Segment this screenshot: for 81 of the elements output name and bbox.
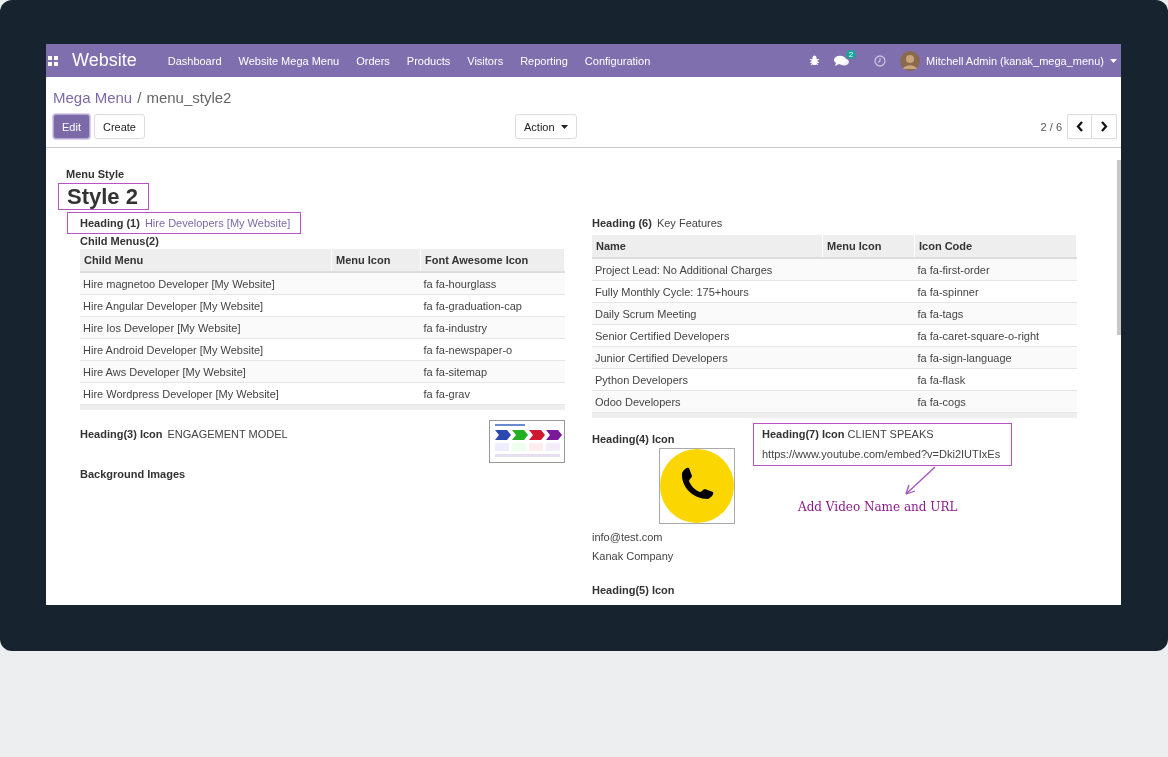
table-cell: fa fa-flask xyxy=(914,368,1077,391)
field-label: Heading(5) Icon xyxy=(592,584,676,596)
table-cell: fa fa-hourglass xyxy=(420,272,565,295)
breadcrumb-current: menu_style2 xyxy=(146,89,232,106)
pager-value: 2 / 6 xyxy=(1040,120,1062,133)
user-menu[interactable]: Mitchell Admin (kanak_mega_menu) xyxy=(926,54,1104,67)
field-label: Heading(7) Icon xyxy=(762,428,845,440)
table-cell: Python Developers xyxy=(592,368,823,391)
edit-button[interactable]: Edit xyxy=(53,114,90,139)
field-label: Heading (1) xyxy=(80,217,140,229)
breadcrumb-link[interactable]: Mega Menu xyxy=(53,89,133,106)
field-value: ENGAGEMENT MODEL xyxy=(167,428,288,440)
menu-item[interactable]: Configuration xyxy=(584,54,651,67)
chevron-right-icon xyxy=(1100,121,1108,132)
table-cell: Project Lead: No Additional Charges xyxy=(592,258,823,281)
field-label: Heading(3) Icon xyxy=(80,428,163,440)
field-label: Heading (6) xyxy=(592,217,652,229)
next-button[interactable] xyxy=(1092,114,1117,139)
apps-menu-icon[interactable] xyxy=(48,55,58,66)
column-header[interactable]: Name xyxy=(592,235,823,258)
video-url: https://www.youtube.com/embed?v=Dki2IUTIxEs xyxy=(762,448,1002,460)
table-cell: Hire Aws Developer [My Website] xyxy=(80,360,332,383)
column-header[interactable]: Menu Icon xyxy=(822,235,915,258)
menu-item[interactable]: Dashboard xyxy=(167,54,222,67)
field-label: Menu Style xyxy=(66,168,126,180)
table-cell: Junior Certified Developers xyxy=(592,346,823,369)
table-cell: Hire Wordpress Developer [My Website] xyxy=(80,382,332,405)
table-cell: Hire Android Developer [My Website] xyxy=(80,338,332,361)
table-cell: fa fa-sign-language xyxy=(914,346,1077,369)
heading-link[interactable]: Hire Developers [My Website] xyxy=(144,217,291,229)
table-cell: fa fa-grav xyxy=(420,382,565,405)
field-label: Child Menus(2) xyxy=(80,235,160,247)
table-cell: Senior Certified Developers xyxy=(592,324,823,347)
table-cell: Hire magnetoo Developer [My Website] xyxy=(80,272,332,295)
annotation-text: Add Video Name and URL xyxy=(798,500,959,514)
menu-item[interactable]: Website Mega Menu xyxy=(238,54,340,67)
caret-icon xyxy=(560,124,568,129)
action-dropdown[interactable]: Action xyxy=(515,114,577,139)
table-cell: fa fa-graduation-cap xyxy=(420,294,565,317)
table-cell: fa fa-newspaper-o xyxy=(420,338,565,361)
table-cell: fa fa-spinner xyxy=(914,280,1077,303)
table-cell: Hire Ios Developer [My Website] xyxy=(80,316,332,339)
previous-button[interactable] xyxy=(1067,114,1092,139)
table-cell: fa fa-caret-square-o-right xyxy=(914,324,1077,347)
phone-icon xyxy=(660,449,734,523)
column-header[interactable]: Font Awesome Icon xyxy=(420,249,565,272)
chevron-left-icon xyxy=(1075,121,1084,132)
chat-icon[interactable] xyxy=(833,54,849,67)
clock-icon[interactable] xyxy=(874,54,887,67)
table-cell: Daily Scrum Meeting xyxy=(592,302,823,325)
field-label: Background Images xyxy=(80,468,187,480)
table-cell: Fully Monthly Cycle: 175+hours xyxy=(592,280,823,303)
company-value: Kanak Company xyxy=(592,550,675,562)
table-cell: Odoo Developers xyxy=(592,390,823,413)
menu-style-value: Style 2 xyxy=(58,183,149,210)
breadcrumb-separator: / xyxy=(137,89,142,106)
table-cell: fa fa-cogs xyxy=(914,390,1077,413)
create-button[interactable]: Create xyxy=(93,114,145,139)
menu-item[interactable]: Orders xyxy=(356,54,390,67)
column-header[interactable]: Icon Code xyxy=(914,235,1077,258)
column-header[interactable]: Menu Icon xyxy=(331,249,421,272)
menu-item[interactable]: Visitors xyxy=(467,54,504,67)
column-header[interactable]: Child Menu xyxy=(80,249,332,272)
field-value: Key Features xyxy=(656,217,723,229)
field-value: CLIENT SPEAKS xyxy=(847,428,934,440)
bug-icon[interactable] xyxy=(808,55,820,66)
email-value: info@test.com xyxy=(592,531,664,543)
message-count-badge: 2 xyxy=(845,49,857,59)
scrollbar[interactable] xyxy=(1117,160,1121,335)
field-label: Heading(4) Icon xyxy=(592,433,676,445)
menu-item[interactable]: Products xyxy=(406,54,451,67)
app-name[interactable]: Website xyxy=(72,50,137,71)
table-cell: fa fa-industry xyxy=(420,316,565,339)
image-field[interactable] xyxy=(659,448,735,524)
table-cell: fa fa-tags xyxy=(914,302,1077,325)
caret-icon[interactable] xyxy=(1110,58,1117,63)
annotation-arrow xyxy=(903,466,937,496)
table-cell: fa fa-sitemap xyxy=(420,360,565,383)
menu-item[interactable]: Reporting xyxy=(520,54,568,67)
table-cell: Hire Angular Developer [My Website] xyxy=(80,294,332,317)
table-cell: fa fa-first-order xyxy=(914,258,1077,281)
